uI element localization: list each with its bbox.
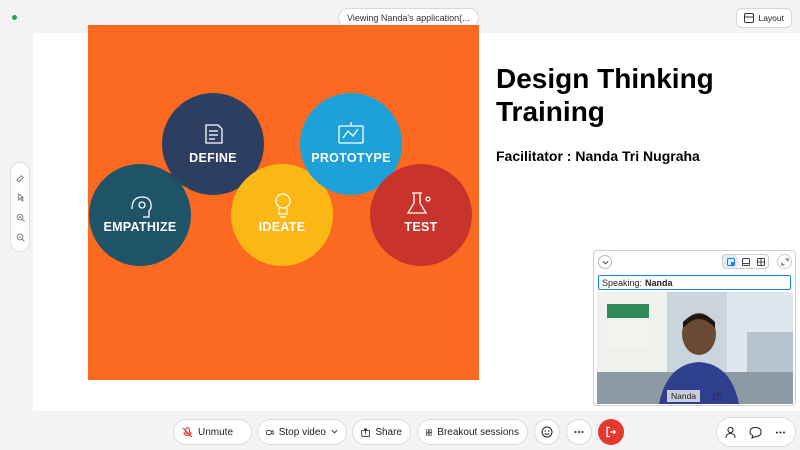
annotate-icon[interactable] [14,171,26,183]
share-screen-icon [711,390,723,402]
stop-video-button[interactable]: Stop video [257,419,347,445]
unmute-label: Unmute [198,426,234,438]
end-meeting-button[interactable] [598,419,624,445]
stage-label-prototype: PROTOTYPE [311,151,391,165]
share-button[interactable]: Share [352,419,411,445]
stage-label-empathize: EMPATHIZE [103,220,176,234]
expand-icon [781,258,788,265]
zoom-in-icon[interactable] [14,211,26,223]
stage-label-define: DEFINE [189,151,237,165]
stage-view-icon[interactable] [738,255,753,268]
video-camera-icon [266,429,274,435]
more-panels-button[interactable] [767,419,793,445]
participant-video[interactable]: Nanda [597,292,793,404]
stage-label-ideate: IDEATE [259,220,306,234]
expand-video-button[interactable] [777,254,792,269]
layout-icon [744,13,755,23]
more-icon [775,431,785,433]
zoom-out-icon[interactable] [14,231,26,243]
zoom-toolbar [10,162,30,252]
design-thinking-graphic: EMPATHIZE DEFINE IDEATE PROTOTYPE TEST [88,25,479,380]
chevron-down-icon[interactable] [331,427,338,438]
breakout-icon [426,429,433,435]
unmute-button[interactable]: Unmute [173,419,252,445]
mic-muted-icon [182,426,193,437]
connection-status-dot [12,15,17,20]
slide-title: Design Thinking Training [496,63,714,127]
more-icon [574,431,584,433]
exit-icon [606,426,617,438]
grid-view-icon[interactable] [753,255,768,268]
pointer-icon[interactable] [14,191,26,203]
speaking-label: Speaking: [602,277,643,288]
participant-name-tag: Nanda [667,390,701,402]
layout-button[interactable]: Layout [736,8,792,28]
chat-icon [748,426,762,439]
facilitator-text: Facilitator : Nanda Tri Nugraha [496,148,700,164]
chat-button[interactable] [742,419,768,445]
collapse-video-button[interactable] [598,255,612,269]
video-panel: Speaking: Nanda Nanda [593,250,796,406]
more-options-button[interactable] [566,419,592,445]
view-mode-switcher [722,254,769,269]
stop-video-label: Stop video [278,426,326,438]
meeting-toolbar: Unmute Stop video Share Breakout session… [0,411,800,450]
share-label: Share [375,426,402,438]
test-circle [370,164,472,266]
participants-button[interactable] [717,419,743,445]
speaker-name: Nanda [645,277,673,288]
chevron-down-icon [602,260,608,265]
layout-button-label: Layout [758,13,784,23]
reactions-button[interactable] [534,419,560,445]
smiley-icon [541,426,553,438]
breakout-sessions-button[interactable]: Breakout sessions [417,419,528,445]
share-icon [361,427,371,437]
stage-label-test: TEST [404,220,437,234]
speaker-view-icon[interactable] [723,255,738,268]
participants-icon [725,426,735,438]
active-speaker-indicator: Speaking: Nanda [598,275,791,290]
breakout-sessions-label: Breakout sessions [437,426,519,438]
